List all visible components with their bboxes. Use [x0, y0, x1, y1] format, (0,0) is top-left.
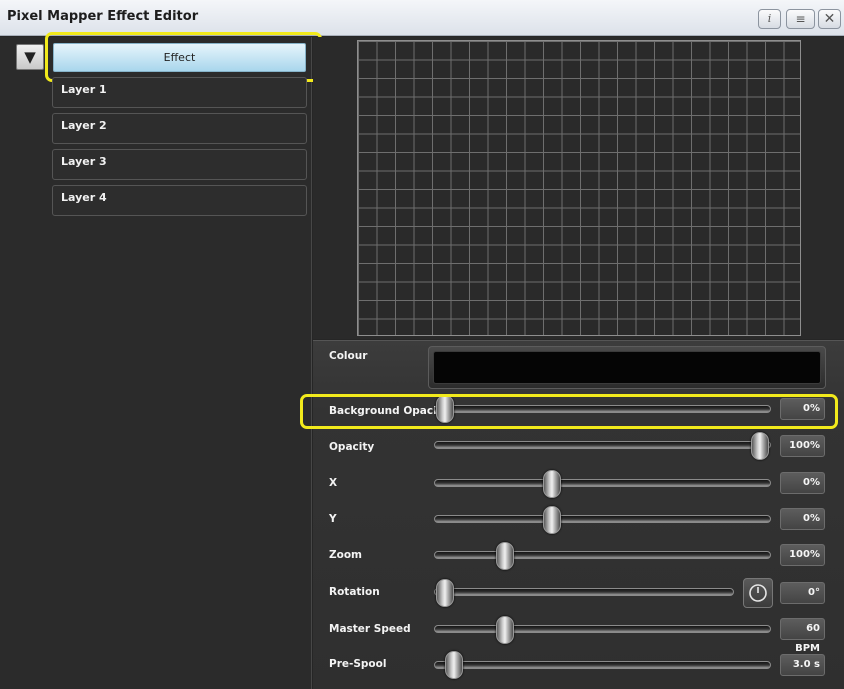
pre-spool-thumb[interactable]	[445, 651, 464, 679]
y-track[interactable]	[434, 515, 771, 523]
x-track[interactable]	[434, 479, 771, 487]
slider-label: Master Speed	[329, 623, 411, 635]
layer-4-button[interactable]: Layer 4	[52, 185, 307, 216]
master-speed-track[interactable]	[434, 625, 771, 633]
x-value[interactable]: 0%	[780, 472, 825, 494]
slider-label: Pre-Spool	[329, 658, 387, 670]
slider-label: Zoom	[329, 549, 362, 561]
master-speed-value[interactable]: 60 BPM	[780, 618, 825, 654]
slider-label: Background Opacity	[329, 405, 449, 417]
rotation-button[interactable]	[743, 578, 773, 608]
title-bar: Pixel Mapper Effect Editor i ≡ ✕	[0, 0, 844, 36]
info-button[interactable]: i	[758, 9, 781, 29]
rotation-value[interactable]: 0°	[780, 582, 825, 604]
background-opacity-thumb[interactable]	[436, 395, 454, 423]
x-thumb[interactable]	[543, 470, 562, 498]
y-value[interactable]: 0%	[780, 508, 825, 530]
layer-3-button[interactable]: Layer 3	[52, 149, 307, 180]
close-button[interactable]: ✕	[818, 9, 841, 29]
collapse-icon[interactable]: ▼	[16, 44, 44, 70]
pre-spool-value[interactable]: 3.0 s	[780, 654, 825, 676]
clock-icon	[749, 584, 767, 602]
colour-field[interactable]	[428, 346, 826, 389]
opacity-thumb[interactable]	[751, 432, 769, 460]
layer-1-button[interactable]: Layer 1	[52, 77, 307, 108]
pre-spool-track[interactable]	[434, 661, 771, 669]
slider-label: Rotation	[329, 586, 380, 598]
pixel-grid[interactable]	[357, 40, 801, 336]
zoom-thumb[interactable]	[495, 542, 514, 570]
zoom-value[interactable]: 100%	[780, 544, 825, 566]
rotation-track[interactable]	[434, 588, 734, 596]
layer-2-button[interactable]: Layer 2	[52, 113, 307, 144]
effect-button[interactable]: Effect	[53, 43, 306, 72]
colour-label: Colour	[329, 350, 368, 362]
slider-label: X	[329, 477, 338, 489]
zoom-track[interactable]	[434, 551, 771, 559]
slider-label: Y	[329, 513, 337, 525]
opacity-track[interactable]	[434, 441, 771, 449]
opacity-value[interactable]: 100%	[780, 435, 825, 457]
rotation-thumb[interactable]	[436, 579, 454, 607]
background-opacity-value[interactable]: 0%	[780, 398, 825, 420]
background-opacity-track[interactable]	[434, 405, 771, 413]
colour-swatch	[433, 351, 821, 384]
slider-label: Opacity	[329, 441, 375, 453]
window-title: Pixel Mapper Effect Editor	[7, 9, 199, 24]
master-speed-thumb[interactable]	[495, 616, 514, 644]
y-thumb[interactable]	[543, 506, 562, 534]
menu-button[interactable]: ≡	[786, 9, 815, 29]
